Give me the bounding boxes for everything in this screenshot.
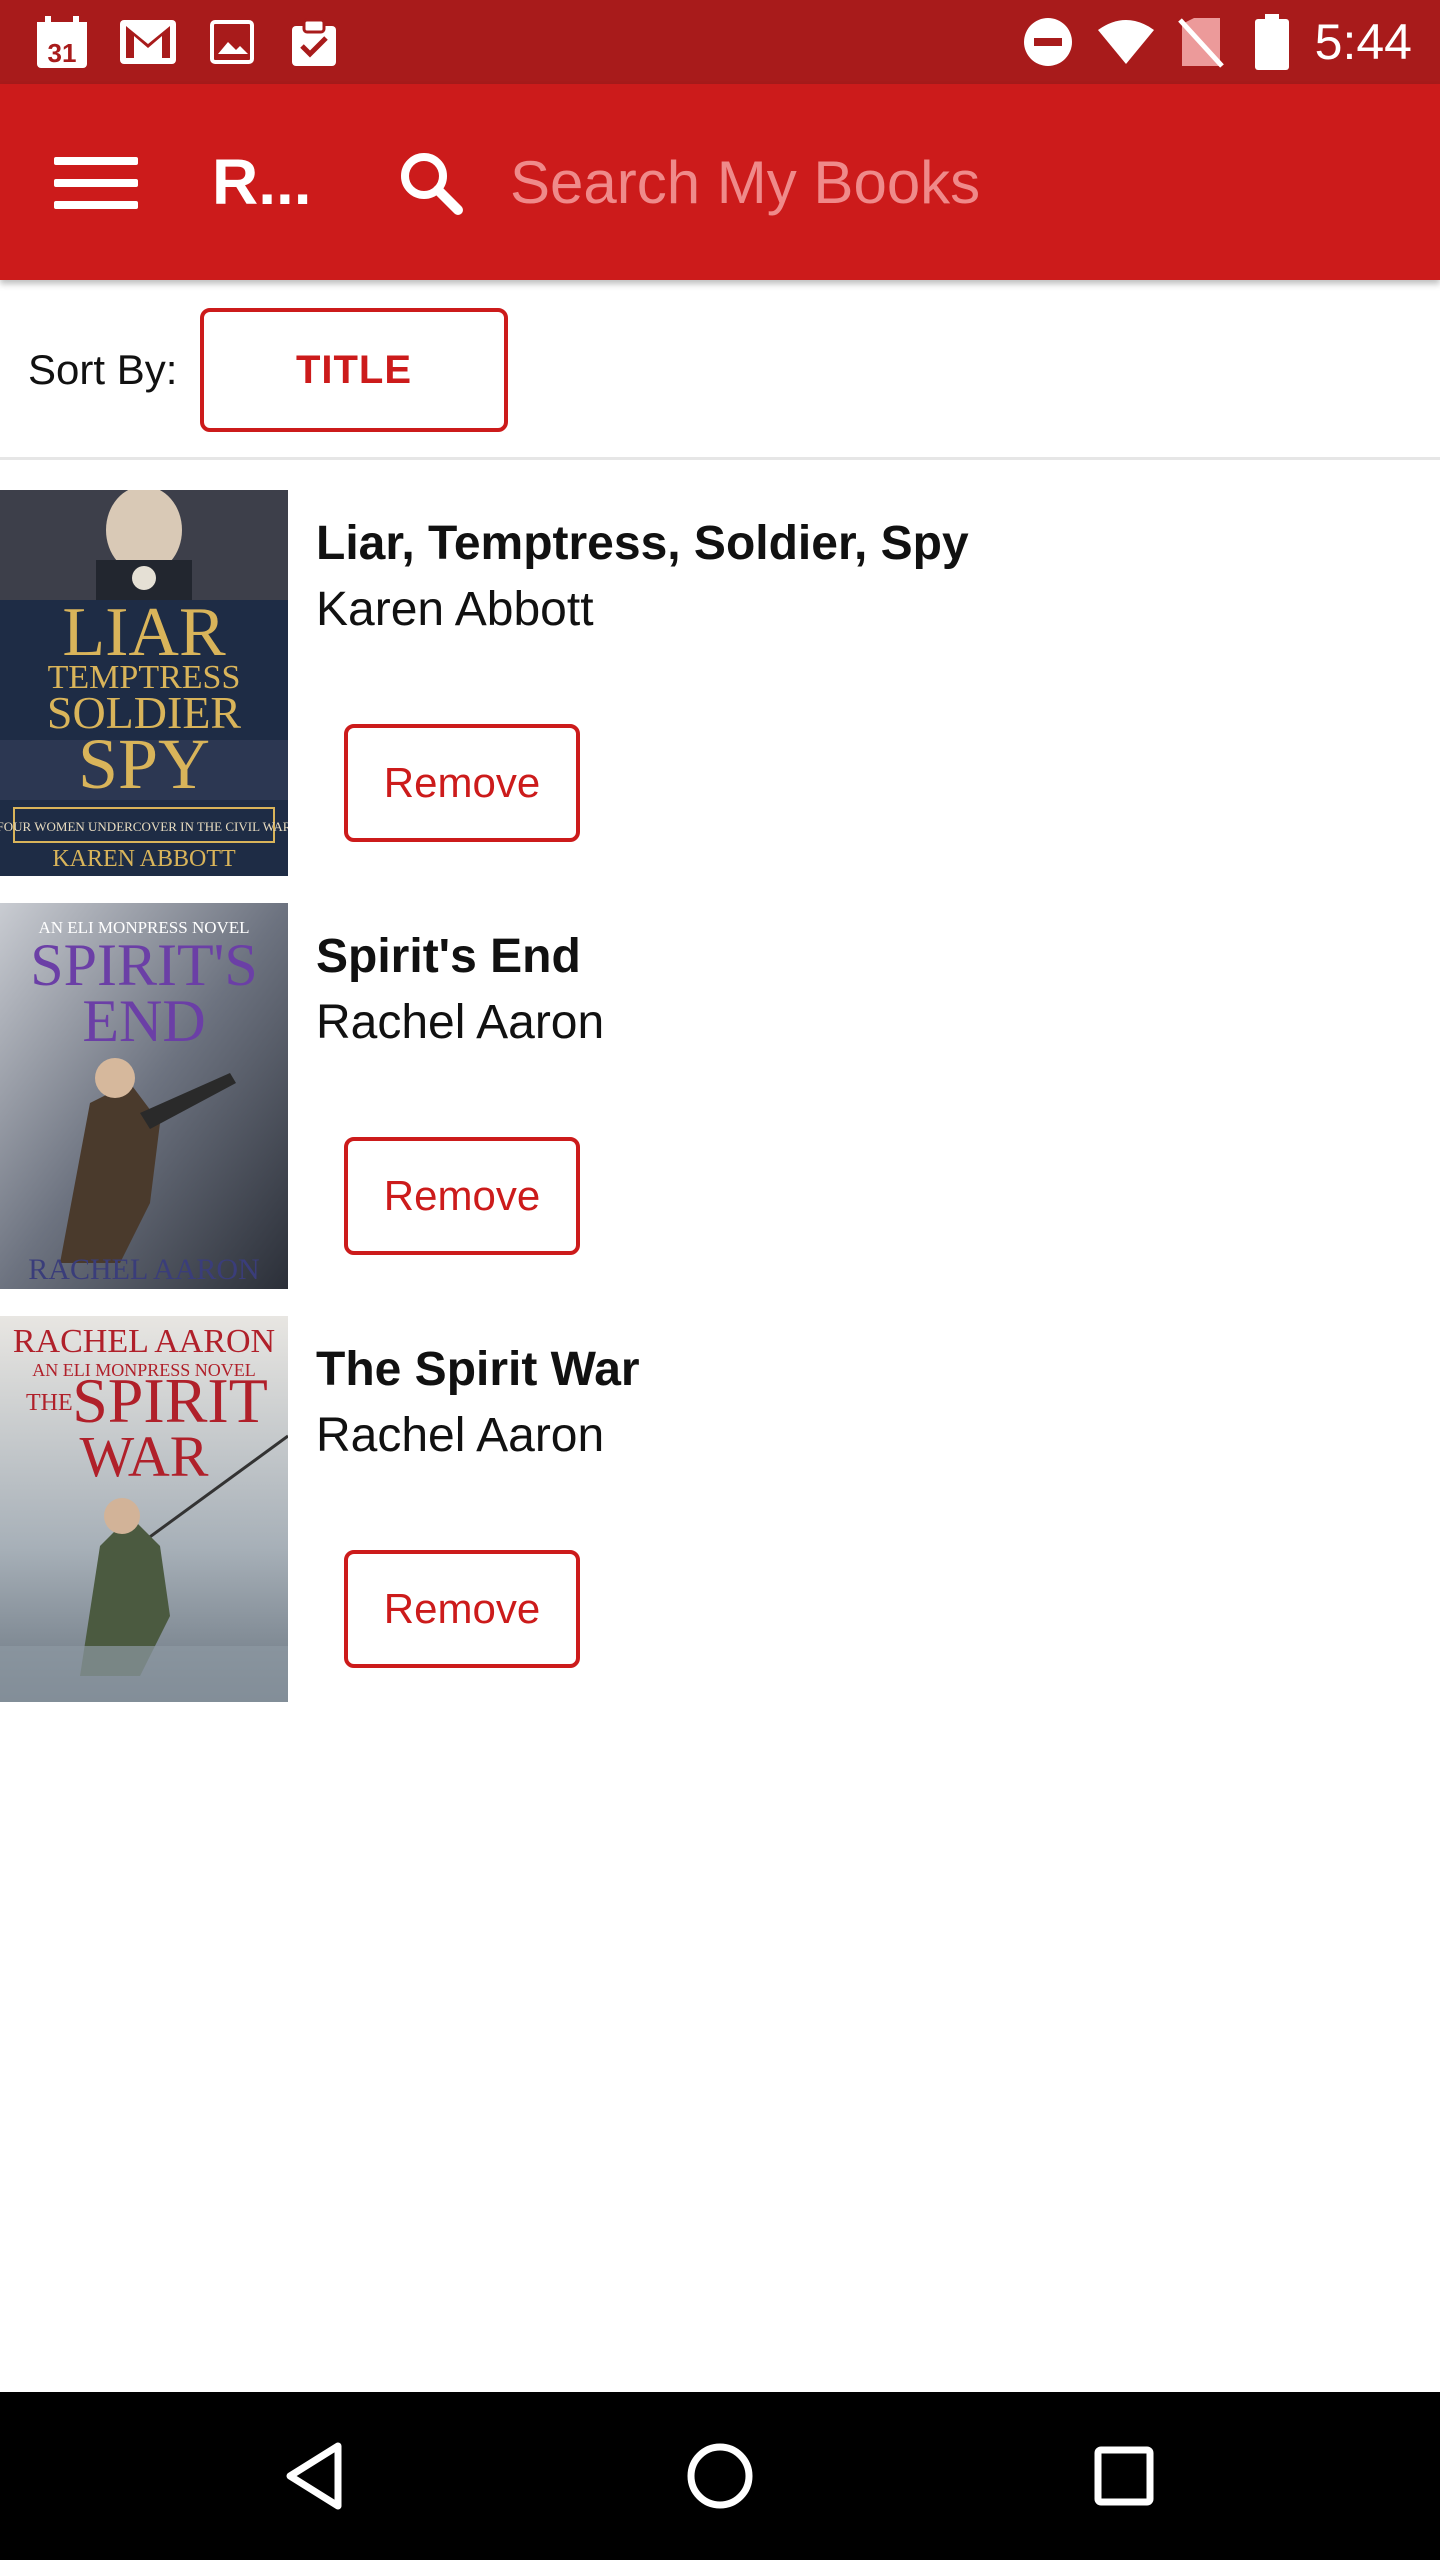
remove-button[interactable]: Remove: [344, 1137, 580, 1255]
search-icon[interactable]: [392, 144, 472, 224]
book-author: Rachel Aaron: [316, 1409, 605, 1462]
svg-text:FOUR WOMEN UNDERCOVER IN THE C: FOUR WOMEN UNDERCOVER IN THE CIVIL WAR: [0, 819, 288, 834]
book-cover[interactable]: AN ELI MONPRESS NOVEL SPIRIT'S END RACHE…: [0, 903, 288, 1289]
list-item[interactable]: AN ELI MONPRESS NOVEL SPIRIT'S END RACHE…: [0, 903, 1440, 1289]
svg-text:KAREN ABBOTT: KAREN ABBOTT: [52, 846, 236, 872]
svg-text:RACHEL AARON: RACHEL AARON: [28, 1253, 259, 1286]
book-cover[interactable]: RACHEL AARON AN ELI MONPRESS NOVEL THE S…: [0, 1316, 288, 1702]
list-item[interactable]: LIAR TEMPTRESS SOLDIER SPY FOUR WOMEN UN…: [0, 490, 1440, 876]
svg-text:SPY: SPY: [78, 724, 210, 804]
sort-bar: Sort By: TITLE: [0, 280, 1440, 460]
app-bar: R...: [0, 84, 1440, 280]
remove-button[interactable]: Remove: [344, 1550, 580, 1668]
recents-icon[interactable]: [1084, 2436, 1164, 2516]
no-sim-icon: [1176, 14, 1226, 70]
svg-text:END: END: [82, 988, 205, 1054]
battery-icon: [1252, 14, 1292, 70]
remove-button[interactable]: Remove: [344, 724, 580, 842]
image-icon: [208, 14, 256, 70]
sort-title-button[interactable]: TITLE: [200, 308, 508, 432]
menu-icon[interactable]: [40, 138, 150, 228]
sort-label: Sort By:: [28, 346, 178, 393]
do-not-disturb-icon: [1022, 14, 1074, 70]
navigation-bar: [0, 2392, 1440, 2560]
book-title: Liar, Temptress, Soldier, Spy: [316, 517, 969, 570]
status-time: 5:44: [1314, 14, 1412, 70]
calendar-icon: 31: [34, 14, 90, 70]
wifi-icon: [1096, 14, 1156, 70]
svg-text:THE: THE: [26, 1390, 73, 1416]
gmail-icon: [120, 14, 176, 70]
book-cover[interactable]: LIAR TEMPTRESS SOLDIER SPY FOUR WOMEN UN…: [0, 490, 288, 876]
back-icon[interactable]: [276, 2436, 356, 2516]
book-title: Spirit's End: [316, 930, 581, 983]
status-bar: 31 5:44: [0, 0, 1440, 84]
book-author: Rachel Aaron: [316, 996, 605, 1049]
book-title: The Spirit War: [316, 1343, 640, 1396]
clipboard-check-icon: [286, 14, 342, 70]
svg-text:WAR: WAR: [80, 1424, 209, 1489]
list-item[interactable]: RACHEL AARON AN ELI MONPRESS NOVEL THE S…: [0, 1316, 1440, 1702]
svg-text:RACHEL AARON: RACHEL AARON: [13, 1323, 275, 1360]
book-author: Karen Abbott: [316, 583, 594, 636]
home-icon[interactable]: [680, 2436, 760, 2516]
search-input[interactable]: [510, 128, 1390, 236]
app-title: R...: [212, 146, 312, 218]
svg-text:31: 31: [48, 38, 77, 68]
